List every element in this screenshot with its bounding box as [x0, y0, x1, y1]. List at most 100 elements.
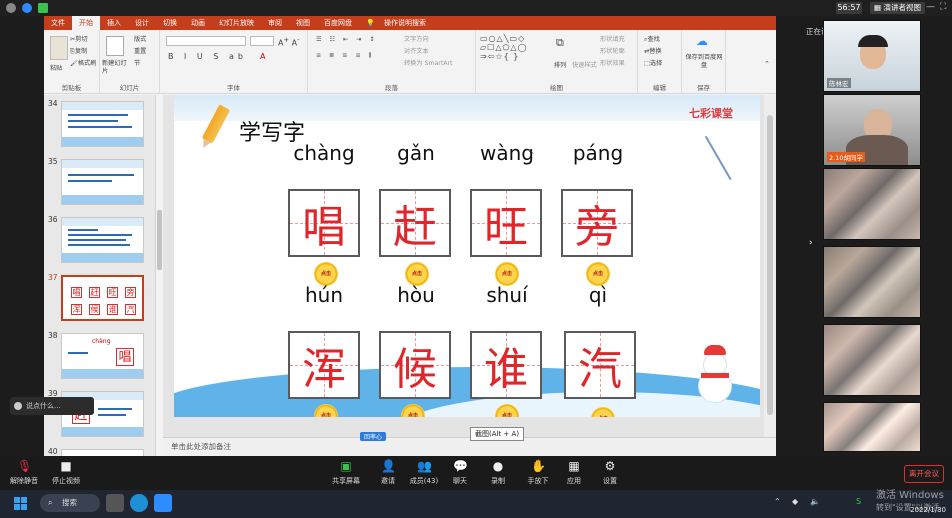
- volume-icon[interactable]: 🔈: [810, 497, 820, 506]
- zoom-top-bar: 56:57 ▦ 演讲者视图 — ⛶: [0, 0, 952, 16]
- collapse-ribbon-icon[interactable]: ⌃: [764, 60, 770, 68]
- select-button[interactable]: ⬚选择: [644, 58, 662, 67]
- slide-thumbnail-34[interactable]: [61, 101, 144, 147]
- minimize-icon[interactable]: —: [926, 2, 935, 12]
- tab-baidu[interactable]: 百度网盘: [317, 16, 359, 30]
- thumb-wave: [62, 369, 143, 378]
- format-painter-button[interactable]: 🖌格式刷: [70, 58, 96, 67]
- chat-input-bubble[interactable]: 说点什么...: [10, 397, 94, 415]
- leave-meeting-button[interactable]: 离开会议: [904, 465, 944, 483]
- smartart-button[interactable]: 转换为 SmartArt: [404, 58, 452, 67]
- slide-37[interactable]: 学写字 七彩课堂 chàng gǎn wàng páng 唱 赶 旺 旁 点击 …: [174, 95, 760, 417]
- font-style-buttons[interactable]: B I U S ab: [168, 52, 247, 61]
- tab-review[interactable]: 审阅: [261, 16, 289, 30]
- thumb-char: 候: [89, 304, 100, 315]
- tab-animations[interactable]: 动画: [184, 16, 212, 30]
- tab-file[interactable]: 文件: [44, 16, 72, 30]
- slide-thumbnail-38[interactable]: chàng 唱: [61, 333, 144, 379]
- copy-button[interactable]: ⎘复制: [70, 46, 87, 56]
- arrange-icon[interactable]: ⧉: [556, 36, 564, 50]
- fullscreen-icon[interactable]: ⛶: [940, 2, 946, 12]
- pinyin-label: shuí: [486, 283, 528, 307]
- windows-start-icon[interactable]: [14, 497, 28, 511]
- text-direction-button[interactable]: 文字方向: [404, 34, 429, 43]
- stop-video-button[interactable]: ■ 停止视频: [42, 459, 90, 486]
- tray-chevron-icon[interactable]: ⌃: [774, 497, 781, 506]
- paste-icon[interactable]: [50, 36, 68, 60]
- tell-me-search[interactable]: 💡 操作说明搜索: [359, 16, 440, 30]
- view-button[interactable]: ▦ 演讲者视图: [870, 2, 925, 14]
- slide-thumbnail-35[interactable]: [61, 159, 144, 205]
- shield-icon[interactable]: [22, 3, 32, 13]
- align-text-button[interactable]: 对齐文本: [404, 46, 429, 55]
- thumbnail-scrollbar[interactable]: [156, 95, 163, 456]
- tab-slideshow[interactable]: 幻灯片放映: [212, 16, 261, 30]
- shape-fill-button[interactable]: 形状填充: [600, 34, 625, 43]
- find-button[interactable]: ⌕查找: [644, 34, 660, 44]
- reset-button[interactable]: 重置: [134, 46, 146, 55]
- tab-insert[interactable]: 插入: [100, 16, 128, 30]
- font-size-select[interactable]: [250, 36, 274, 46]
- paste-button[interactable]: 粘贴: [50, 63, 62, 72]
- character-box: 浑: [288, 331, 360, 399]
- tray-app-icon[interactable]: S: [856, 497, 861, 506]
- scrollbar-thumb[interactable]: [767, 115, 773, 415]
- new-slide-button[interactable]: 新建幻灯片: [102, 60, 130, 76]
- new-slide-icon[interactable]: [106, 36, 124, 56]
- unmute-button[interactable]: 🎙 解除静音: [0, 459, 48, 486]
- quick-styles-button[interactable]: 快速样式: [572, 60, 597, 69]
- tab-view[interactable]: 视图: [289, 16, 317, 30]
- list-buttons[interactable]: ☰ ☷ ⇤ ⇥ ↕: [316, 36, 378, 43]
- stop-video-label: 停止视频: [52, 477, 80, 485]
- zoom-app-icon[interactable]: [154, 494, 172, 512]
- info-icon[interactable]: [6, 3, 16, 13]
- slide-thumbnail-37[interactable]: 唱 赶 旺 旁 浑 候 谁 汽: [61, 275, 144, 321]
- shape-outline-button[interactable]: 形状轮廓: [600, 46, 625, 55]
- participant-tile[interactable]: 2.10胡同学: [823, 94, 921, 166]
- slide-thumbnail-40[interactable]: 旺: [61, 449, 144, 456]
- tab-home[interactable]: 开始: [72, 16, 100, 30]
- participant-tile[interactable]: [823, 402, 921, 452]
- font-color-icon[interactable]: A: [260, 52, 265, 61]
- taskbar-clock[interactable]: 2022/1/30: [900, 493, 946, 515]
- slide-scrollbar[interactable]: [764, 95, 776, 437]
- share-screen-button[interactable]: ▣ 共享屏幕: [322, 459, 370, 486]
- cut-button[interactable]: ✂剪切: [70, 34, 88, 43]
- save-baidu-button[interactable]: 保存到百度网盘: [684, 54, 724, 70]
- section-button[interactable]: 节: [134, 58, 140, 67]
- smile-icon: [14, 402, 22, 410]
- shapes-gallery[interactable]: ▭○△╲▭◇ ▱☐△⬠△◯ ⇒⇦☆{ }: [480, 34, 528, 61]
- tray-app-icon[interactable]: ◆: [792, 497, 798, 506]
- taskbar-search[interactable]: ⌕ 搜索: [40, 494, 100, 512]
- participant-tile[interactable]: 陈林宏: [823, 20, 921, 92]
- thumb-number: 38: [48, 331, 58, 340]
- replace-button[interactable]: ⇄替换: [644, 46, 662, 55]
- participant-tile[interactable]: [823, 246, 921, 318]
- mouse-cursor-icon: ↖: [528, 147, 535, 156]
- slide-thumbnail-36[interactable]: [61, 217, 144, 263]
- align-buttons[interactable]: ≡ ≣ ≡ ≡ ⫼: [316, 52, 374, 60]
- video-gallery: 正在讲话: 陈林宏 2.10胡同学 ›: [776, 16, 952, 456]
- arrange-button[interactable]: 排列: [554, 60, 566, 69]
- scrollbar-thumb[interactable]: [157, 210, 162, 270]
- signal-icon[interactable]: [38, 3, 48, 13]
- shape-effects-button[interactable]: 形状效果: [600, 58, 625, 67]
- task-view-icon[interactable]: [106, 494, 124, 512]
- character-box: 唱: [288, 189, 360, 257]
- grow-font-icon[interactable]: A+ A-: [278, 36, 299, 48]
- baidu-cloud-icon[interactable]: ☁: [696, 34, 708, 48]
- participant-tile[interactable]: [823, 168, 921, 240]
- thumb-char: 唱: [71, 287, 82, 298]
- thumb-line: [98, 414, 126, 416]
- tab-transitions[interactable]: 切换: [156, 16, 184, 30]
- copy-label: 复制: [74, 48, 88, 55]
- tab-design[interactable]: 设计: [128, 16, 156, 30]
- participant-tile[interactable]: [823, 324, 921, 396]
- gallery-expand-icon[interactable]: ›: [809, 238, 813, 248]
- font-name-select[interactable]: [166, 36, 246, 46]
- edge-icon[interactable]: [130, 494, 148, 512]
- layout-button[interactable]: 版式: [134, 34, 146, 43]
- settings-button[interactable]: ⚙ 设置: [586, 459, 634, 486]
- chat-label: 聊天: [453, 477, 467, 485]
- apps-label: 应用: [567, 477, 581, 485]
